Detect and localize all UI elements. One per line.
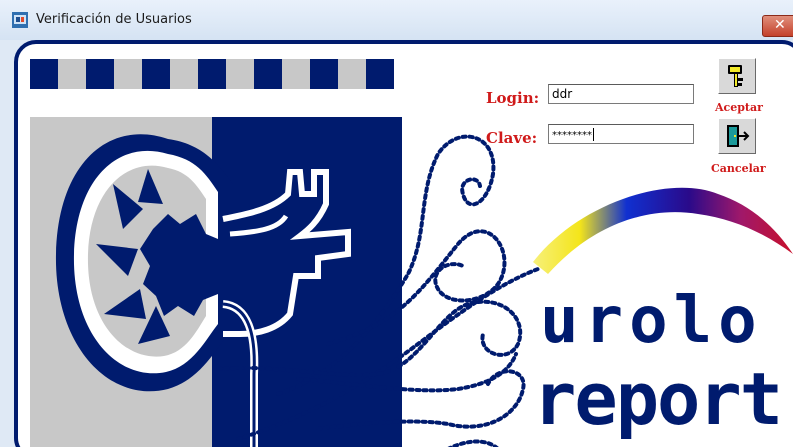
app-icon xyxy=(12,12,28,28)
brand-line-report: report xyxy=(533,357,783,441)
text-caret xyxy=(593,128,594,141)
client-area: Login: ddr Clave: ******** Aceptar Cance… xyxy=(14,40,793,447)
login-input[interactable]: ddr xyxy=(548,84,694,104)
navy-panel xyxy=(212,117,402,447)
checker-block xyxy=(366,59,394,89)
login-label: Login: xyxy=(486,89,540,107)
title-bar: Verificación de Usuarios ✕ xyxy=(0,0,793,40)
close-button[interactable]: ✕ xyxy=(762,15,793,37)
checker-block xyxy=(86,59,114,89)
checker-block xyxy=(198,59,226,89)
login-input-value: ddr xyxy=(552,87,573,101)
password-input-value: ******** xyxy=(552,130,592,141)
checker-block xyxy=(254,59,282,89)
brand-line-urolo: urolo xyxy=(540,284,763,358)
aceptar-label: Aceptar xyxy=(715,101,763,114)
aceptar-button[interactable] xyxy=(718,58,756,94)
login-window: Verificación de Usuarios ✕ Login: ddr Cl… xyxy=(0,0,793,447)
cancelar-label: Cancelar xyxy=(711,162,766,175)
checker-block xyxy=(30,59,58,89)
key-icon xyxy=(728,65,743,87)
rainbow-swoosh xyxy=(533,187,793,274)
checker-block xyxy=(142,59,170,89)
clave-label: Clave: xyxy=(486,129,538,147)
cancelar-button[interactable] xyxy=(718,118,756,154)
password-input[interactable]: ******** xyxy=(548,124,694,144)
checker-block xyxy=(310,59,338,89)
window-title: Verificación de Usuarios xyxy=(36,12,192,27)
exit-door-icon xyxy=(727,125,750,147)
close-icon: ✕ xyxy=(774,17,786,33)
